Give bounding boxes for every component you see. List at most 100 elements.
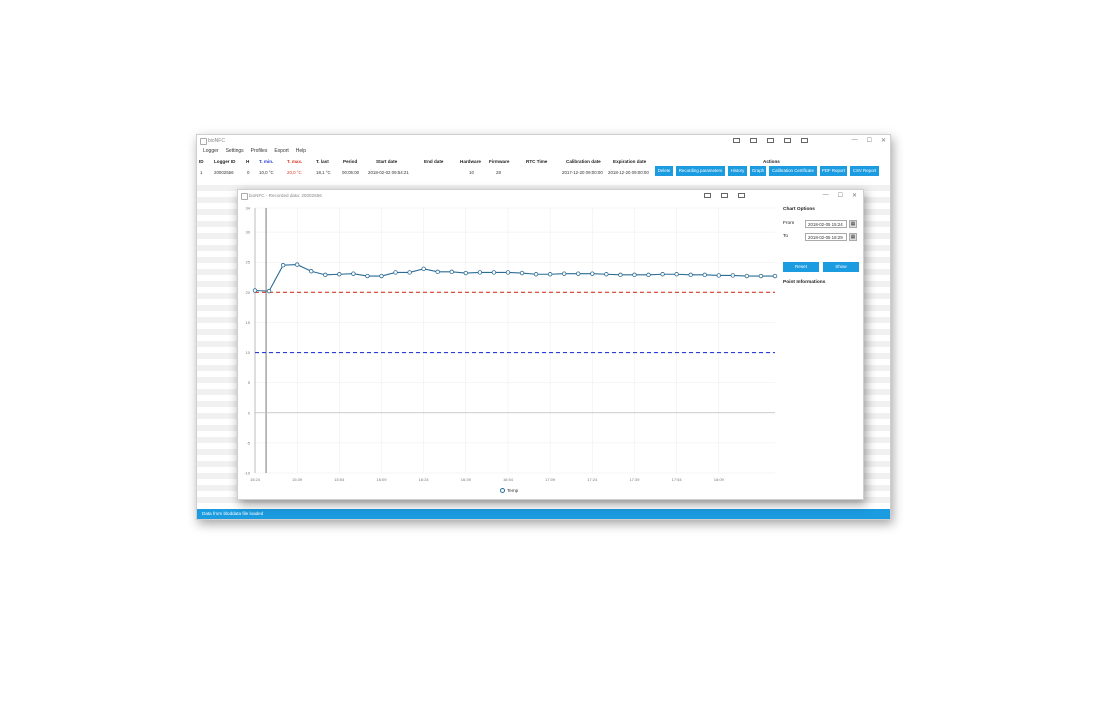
- graph-button[interactable]: Graph: [750, 166, 766, 176]
- window-controls: — ☐ ✕: [852, 137, 886, 144]
- calibration-certificate-button[interactable]: Calibration Certificate: [769, 166, 817, 176]
- cell-h: 0: [247, 170, 250, 175]
- x-tick-label: 15:54: [334, 477, 345, 482]
- data-point: [491, 270, 497, 275]
- temperature-chart[interactable]: -10 -5 0 5 10 15 20 25 30 34 15:24 15:39 15:54 16:09 1…: [238, 190, 783, 490]
- col-end-date[interactable]: End date: [424, 159, 443, 164]
- show-button[interactable]: Show: [823, 262, 859, 272]
- cell-t-max: 20,0 °C: [287, 170, 302, 175]
- col-id[interactable]: ID: [199, 159, 204, 164]
- data-point: [505, 270, 511, 275]
- data-point: [702, 272, 707, 278]
- col-firmware[interactable]: Firmware: [489, 159, 509, 164]
- cell-calibration-date: 2017-12-20 09:00:00: [562, 170, 603, 175]
- history-button[interactable]: History: [728, 166, 747, 176]
- chart-maximize-button[interactable]: ☐: [838, 192, 843, 199]
- data-point: [421, 266, 426, 272]
- data-point: [618, 272, 623, 278]
- data-point: [576, 271, 581, 276]
- pdf-report-button[interactable]: PDF Report: [820, 166, 847, 176]
- cell-period: 00:05:00: [342, 170, 360, 175]
- cell-t-min: 10,0 °C: [259, 170, 274, 175]
- col-h[interactable]: H: [246, 159, 249, 164]
- cell-firmware: 28: [496, 170, 501, 175]
- data-point: [772, 273, 778, 279]
- data-point: [744, 273, 750, 279]
- y-tick-label: 30: [246, 230, 251, 235]
- chart-window-controls: — ☐ ✕: [823, 192, 857, 199]
- data-point: [758, 273, 764, 279]
- y-tick-label: 20: [246, 290, 251, 295]
- data-point: [463, 270, 469, 276]
- x-tick-label: 16:39: [461, 477, 472, 482]
- data-point: [351, 271, 356, 276]
- col-t-max[interactable]: T. max.: [287, 159, 302, 164]
- data-point: [337, 272, 342, 277]
- col-t-min[interactable]: T. min.: [259, 159, 273, 164]
- card-icon[interactable]: [750, 138, 757, 143]
- from-calendar-icon[interactable]: ▦: [849, 220, 857, 228]
- x-tick-label: 17:54: [672, 477, 683, 482]
- y-tick-label: 5: [248, 380, 251, 385]
- col-actions[interactable]: Actions: [763, 159, 780, 164]
- cell-logger-id: 20002556: [214, 170, 234, 175]
- data-point: [688, 272, 693, 278]
- data-point: [252, 288, 258, 293]
- x-tick-label: 15:39: [292, 477, 303, 482]
- x-tick-label: 17:39: [629, 477, 640, 482]
- x-tick-label: 17:09: [545, 477, 556, 482]
- x-tick-label: 16:09: [376, 477, 387, 482]
- menu-logger[interactable]: Logger: [203, 148, 219, 157]
- col-hardware[interactable]: Hardware: [460, 159, 481, 164]
- col-rtc-time[interactable]: RTC Time: [526, 159, 547, 164]
- delete-button[interactable]: Delete: [655, 166, 673, 176]
- col-start-date[interactable]: Start date: [376, 159, 397, 164]
- col-expiration-date[interactable]: Expiration date: [613, 159, 646, 164]
- data-point: [323, 272, 328, 278]
- minimize-button[interactable]: —: [852, 137, 858, 144]
- menu-profiles[interactable]: Profiles: [251, 148, 268, 157]
- data-point: [730, 273, 736, 278]
- chart-legend[interactable]: Temp: [500, 488, 518, 493]
- from-label: From: [783, 221, 795, 226]
- export-icon[interactable]: [801, 138, 808, 143]
- to-date-input[interactable]: 2018-02-05 18:29: [805, 233, 847, 241]
- cell-start-date: 2018-02-02 09:54:21: [368, 170, 409, 175]
- data-point: [477, 270, 483, 275]
- cell-hardware: 10: [469, 170, 474, 175]
- maximize-button[interactable]: ☐: [867, 137, 872, 144]
- chart-minimize-button[interactable]: —: [823, 192, 829, 199]
- sync-icon[interactable]: [784, 138, 791, 143]
- chart-close-button[interactable]: ✕: [852, 192, 857, 199]
- data-point: [632, 272, 637, 278]
- y-tick-label: -10: [244, 471, 251, 476]
- data-point: [266, 288, 272, 294]
- recording-parameters-button[interactable]: Recording parameters: [676, 166, 725, 176]
- temp-series-line: [254, 264, 775, 292]
- reset-button[interactable]: Reset: [783, 262, 819, 272]
- col-logger-id[interactable]: Logger ID: [214, 159, 235, 164]
- legend-marker-icon: [500, 488, 505, 493]
- data-point: [365, 273, 370, 279]
- csv-report-button[interactable]: CSV Report: [850, 166, 879, 176]
- x-tick-label: 18:09: [714, 477, 725, 482]
- nfc-reader-icon[interactable]: [733, 138, 740, 143]
- window-title: bioNFC: [208, 138, 225, 144]
- status-bar: Data from bloddata file loaded: [197, 509, 890, 519]
- close-button[interactable]: ✕: [881, 137, 886, 144]
- data-point: [660, 272, 665, 277]
- legend-label: Temp: [507, 488, 519, 493]
- menu-help[interactable]: Help: [296, 148, 306, 157]
- from-date-input[interactable]: 2018-02-05 15:24: [805, 220, 847, 228]
- data-point: [280, 263, 286, 268]
- device-icon[interactable]: [767, 138, 774, 143]
- data-point: [309, 269, 314, 274]
- x-tick-label: 17:24: [587, 477, 598, 482]
- data-point: [449, 269, 454, 275]
- to-calendar-icon[interactable]: ▦: [849, 233, 857, 241]
- menu-settings[interactable]: Settings: [226, 148, 244, 157]
- menu-export[interactable]: Export: [274, 148, 288, 157]
- col-calibration-date[interactable]: Calibration date: [566, 159, 601, 164]
- col-t-last[interactable]: T. last: [316, 159, 329, 164]
- col-period[interactable]: Period: [343, 159, 357, 164]
